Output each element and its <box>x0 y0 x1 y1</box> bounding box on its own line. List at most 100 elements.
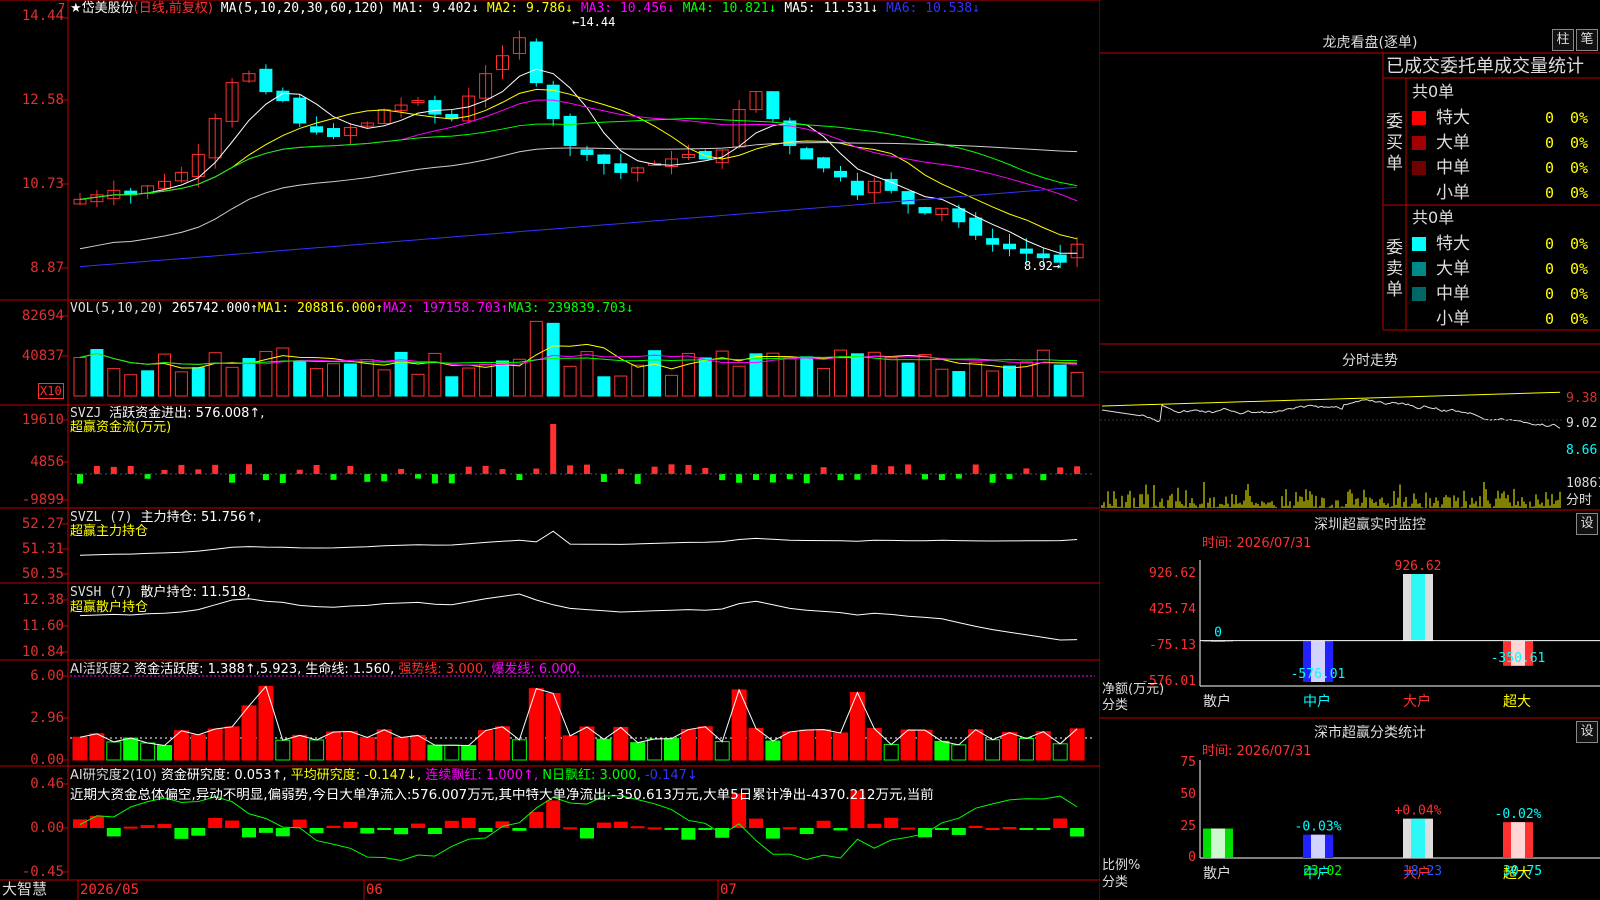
vol-bar <box>901 362 915 397</box>
svzj-axis-3: -9899 <box>21 492 64 508</box>
sz-class-value-label-1: 18.23 <box>1403 864 1443 879</box>
svzj-bar <box>955 474 962 479</box>
sz-monitor-axis-3: -75.13 <box>1149 638 1196 653</box>
ai1-bar <box>917 729 933 761</box>
ma3-line <box>79 99 1078 202</box>
svzj-bar <box>465 466 472 474</box>
candle-body <box>293 97 307 124</box>
svzl-axis-1: 52.27 <box>21 516 64 532</box>
candle-body <box>1003 243 1016 250</box>
ma-params: MA(5,10,20,30,60,120) <box>220 1 386 16</box>
vol-bar <box>124 374 138 397</box>
ai2-label: 资金研究度: 0.053↑, <box>160 768 287 783</box>
ai1-bar <box>292 734 308 761</box>
sz-class-bar-hl-1 <box>1311 834 1325 858</box>
vol-bar <box>986 370 1000 397</box>
svzj-bar <box>854 474 861 480</box>
sz-monitor-axis-1: 926.62 <box>1149 566 1196 581</box>
ai1-bar <box>596 738 612 761</box>
ai1-bar <box>511 739 527 761</box>
vol-ma1: MA1: 208816.000↑ <box>257 301 384 316</box>
buy-row-label: 小单 <box>1436 183 1470 203</box>
svzj-bar <box>161 469 168 474</box>
svzl-line <box>79 530 1078 556</box>
ai1-bar <box>72 736 88 761</box>
ai2-bar <box>411 823 425 828</box>
vol-bar <box>850 353 864 397</box>
ai2-bar <box>512 828 527 831</box>
buy-row-swatch <box>1412 136 1426 150</box>
buy-row-count: 0 <box>1544 134 1554 152</box>
svzj-header: SVZJ 活跃资金进出: 576.008↑, <box>70 406 264 421</box>
ai2-neg: -0.147↓ <box>644 768 698 783</box>
stock-name[interactable]: ★岱美股份 <box>70 1 134 16</box>
svzj-bar <box>922 474 928 480</box>
svzj-bar <box>279 474 286 483</box>
sz-monitor-axis-2: 425.74 <box>1149 602 1196 617</box>
buy-row-pct: 0% <box>1570 159 1589 177</box>
ai2-bar <box>782 827 797 830</box>
candle-body <box>969 217 983 236</box>
ai2-bar <box>174 828 189 839</box>
ai2-bar <box>1036 828 1051 831</box>
chart-mode[interactable]: (日线,前复权) <box>134 1 213 16</box>
vol-bar <box>377 369 391 397</box>
ma2-label: MA2: 9.786↓ <box>486 1 573 16</box>
ai2-bar <box>292 819 307 828</box>
vol-bar <box>952 371 966 397</box>
main-chart-area[interactable] <box>0 0 1100 900</box>
vol-bar <box>935 368 949 397</box>
ai2-bar <box>377 828 392 830</box>
sell-row-count: 0 <box>1544 285 1554 303</box>
ai1-bar <box>765 740 781 761</box>
svzj-bar <box>820 467 827 474</box>
ma4-label: MA4: 10.821↓ <box>682 1 777 16</box>
vol-bar <box>1070 371 1084 397</box>
sz-class-title: 深市超赢分类统计 <box>1314 725 1426 741</box>
sz-monitor-settings-button[interactable]: 设 <box>1576 513 1598 535</box>
vol-bar <box>1053 364 1067 397</box>
fenshi-vol-axis: 10861 <box>1566 476 1600 491</box>
sell-row-pct: 0% <box>1570 310 1589 328</box>
svzj-sub: 超赢资金流(万元) <box>70 420 172 435</box>
ai1-bar <box>782 731 798 761</box>
ai2-bar <box>884 817 899 828</box>
ai1-bar <box>309 739 325 761</box>
vol-bar <box>749 353 763 397</box>
ai1-bar <box>241 705 257 761</box>
sz-class-value-label-0: 23.02 <box>1303 864 1343 879</box>
ai1-bar <box>579 726 595 761</box>
buy-row-count: 0 <box>1544 109 1554 127</box>
vol-ma2: MA2: 197158.703↑ <box>383 301 509 316</box>
ai1-bar <box>89 733 105 761</box>
vol-bar <box>496 360 509 397</box>
sz-class-ylabel: 比例% <box>1102 858 1141 873</box>
candle-body <box>766 91 780 120</box>
candle-body <box>834 170 847 178</box>
svzl-axis-2: 51.31 <box>21 541 64 557</box>
ai1-bar <box>647 738 663 761</box>
sz-class-settings-button[interactable]: 设 <box>1576 721 1598 743</box>
vol-bar <box>327 363 340 397</box>
svzl-sub: 超赢主力持仓 <box>70 524 149 539</box>
vol-bar <box>1003 365 1016 397</box>
ai2-bar <box>326 825 341 828</box>
svzj-bar <box>634 474 641 484</box>
sz-monitor-title: 深圳超赢实时监控 <box>1314 517 1426 533</box>
sell-row-label: 大单 <box>1436 259 1470 279</box>
svzj-name: SVZJ <box>70 406 102 421</box>
vol-bar <box>648 350 662 397</box>
candle-body <box>952 208 966 223</box>
fenshi-axis-1: 9.38 <box>1566 391 1598 406</box>
candle-body <box>850 180 864 196</box>
ai1-bar <box>528 688 544 761</box>
buy-row-label: 特大 <box>1436 108 1470 128</box>
candle-body <box>563 115 577 146</box>
svzj-bar <box>600 474 607 482</box>
vol-bar <box>141 370 155 397</box>
ai1-bar <box>140 742 156 761</box>
ai1-bar <box>545 692 561 761</box>
vol-bar <box>665 374 678 397</box>
sz-monitor-time: 时间: 2026/07/31 <box>1202 536 1312 551</box>
buy-row-pct: 0% <box>1570 109 1589 127</box>
